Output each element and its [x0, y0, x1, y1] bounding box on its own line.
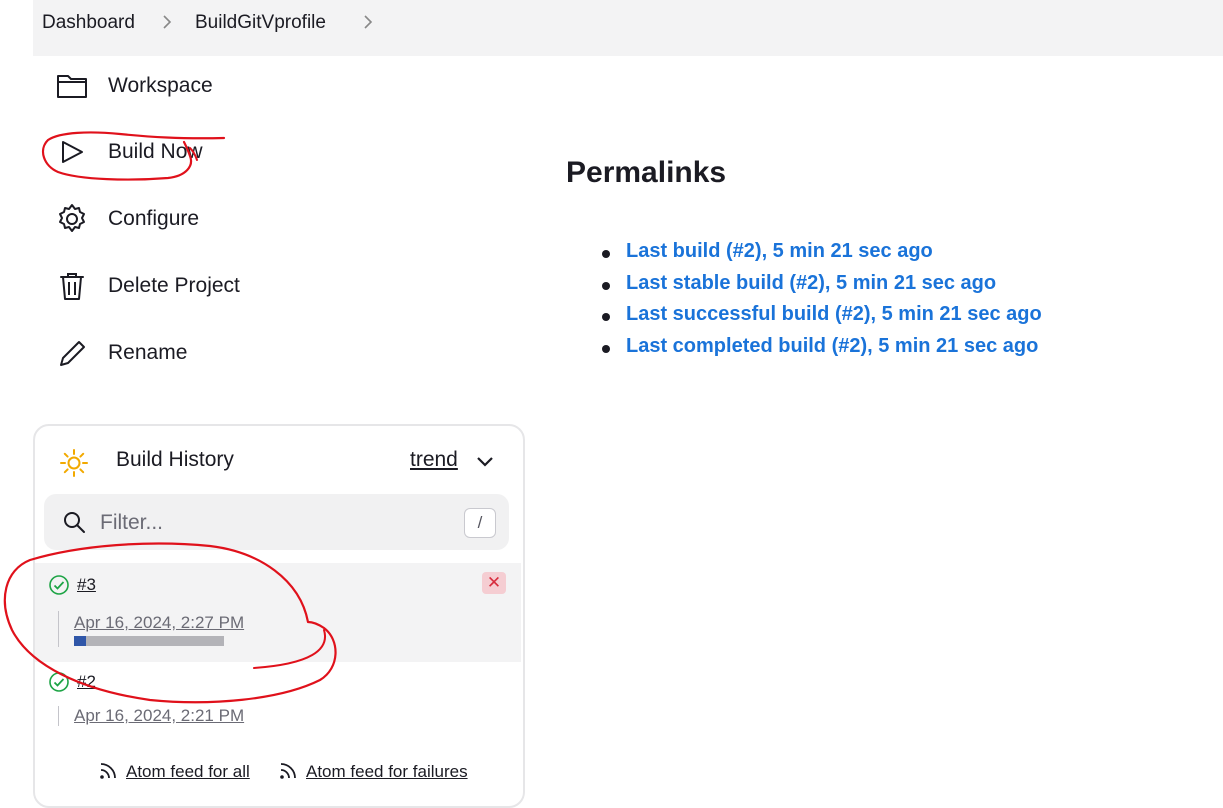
task-rename-label: Rename	[108, 341, 188, 364]
build-history-title: Build History	[116, 448, 234, 471]
search-icon	[62, 510, 86, 534]
cancel-build-button[interactable]: ✕	[482, 572, 506, 594]
rss-icon	[98, 761, 118, 781]
build-number-link[interactable]: #3	[77, 575, 96, 595]
task-workspace-label: Workspace	[108, 74, 213, 97]
folder-icon	[55, 70, 89, 102]
task-configure-label: Configure	[108, 207, 200, 230]
gear-icon	[55, 203, 89, 235]
task-configure[interactable]: Configure	[55, 199, 355, 239]
trend-link[interactable]: trend	[410, 448, 458, 472]
build-date-link[interactable]: Apr 16, 2024, 2:21 PM	[74, 706, 244, 726]
atom-feed-all-label: Atom feed for all	[126, 762, 250, 781]
permalink-last-stable-build[interactable]: Last stable build (#2), 5 min 21 sec ago	[626, 272, 996, 295]
permalink-last-completed-build[interactable]: Last completed build (#2), 5 min 21 sec …	[626, 335, 1038, 358]
permalink-last-successful-build[interactable]: Last successful build (#2), 5 min 21 sec…	[626, 303, 1042, 326]
task-delete-project-label: Delete Project	[108, 274, 240, 297]
task-delete-project[interactable]: Delete Project	[55, 266, 355, 306]
build-date-link[interactable]: Apr 16, 2024, 2:27 PM	[74, 613, 244, 633]
build-progress-fill	[74, 636, 86, 646]
sun-icon	[58, 447, 90, 479]
rss-icon	[278, 761, 298, 781]
atom-feed-failures-label: Atom feed for failures	[306, 762, 468, 781]
timeline-line	[58, 706, 59, 726]
permalink-last-build[interactable]: Last build (#2), 5 min 21 sec ago	[626, 240, 933, 263]
chevron-right-icon	[160, 11, 174, 33]
bullet-icon	[602, 313, 610, 322]
task-build-now[interactable]: Build Now	[55, 132, 355, 172]
breadcrumb-dashboard[interactable]: Dashboard	[42, 12, 135, 34]
play-icon	[55, 136, 89, 168]
task-build-now-label: Build Now	[108, 140, 203, 163]
build-progress-bar[interactable]	[74, 636, 224, 646]
chevron-right-icon[interactable]	[361, 11, 375, 33]
keyboard-shortcut-badge: /	[464, 508, 496, 538]
chevron-down-icon[interactable]	[474, 450, 496, 472]
build-number-link[interactable]: #2	[77, 672, 96, 692]
trash-icon	[55, 270, 89, 302]
timeline-line	[58, 611, 59, 647]
success-check-icon	[48, 574, 70, 596]
filter-input[interactable]	[100, 508, 440, 538]
breadcrumb-project[interactable]: BuildGitVprofile	[195, 12, 326, 34]
success-check-icon	[48, 671, 70, 693]
bullet-icon	[602, 250, 610, 258]
task-rename[interactable]: Rename	[55, 333, 355, 373]
permalinks-heading: Permalinks	[566, 156, 727, 189]
bullet-icon	[602, 345, 610, 354]
bullet-icon	[602, 281, 610, 290]
pencil-icon	[55, 337, 89, 369]
task-workspace[interactable]: Workspace	[55, 66, 355, 106]
